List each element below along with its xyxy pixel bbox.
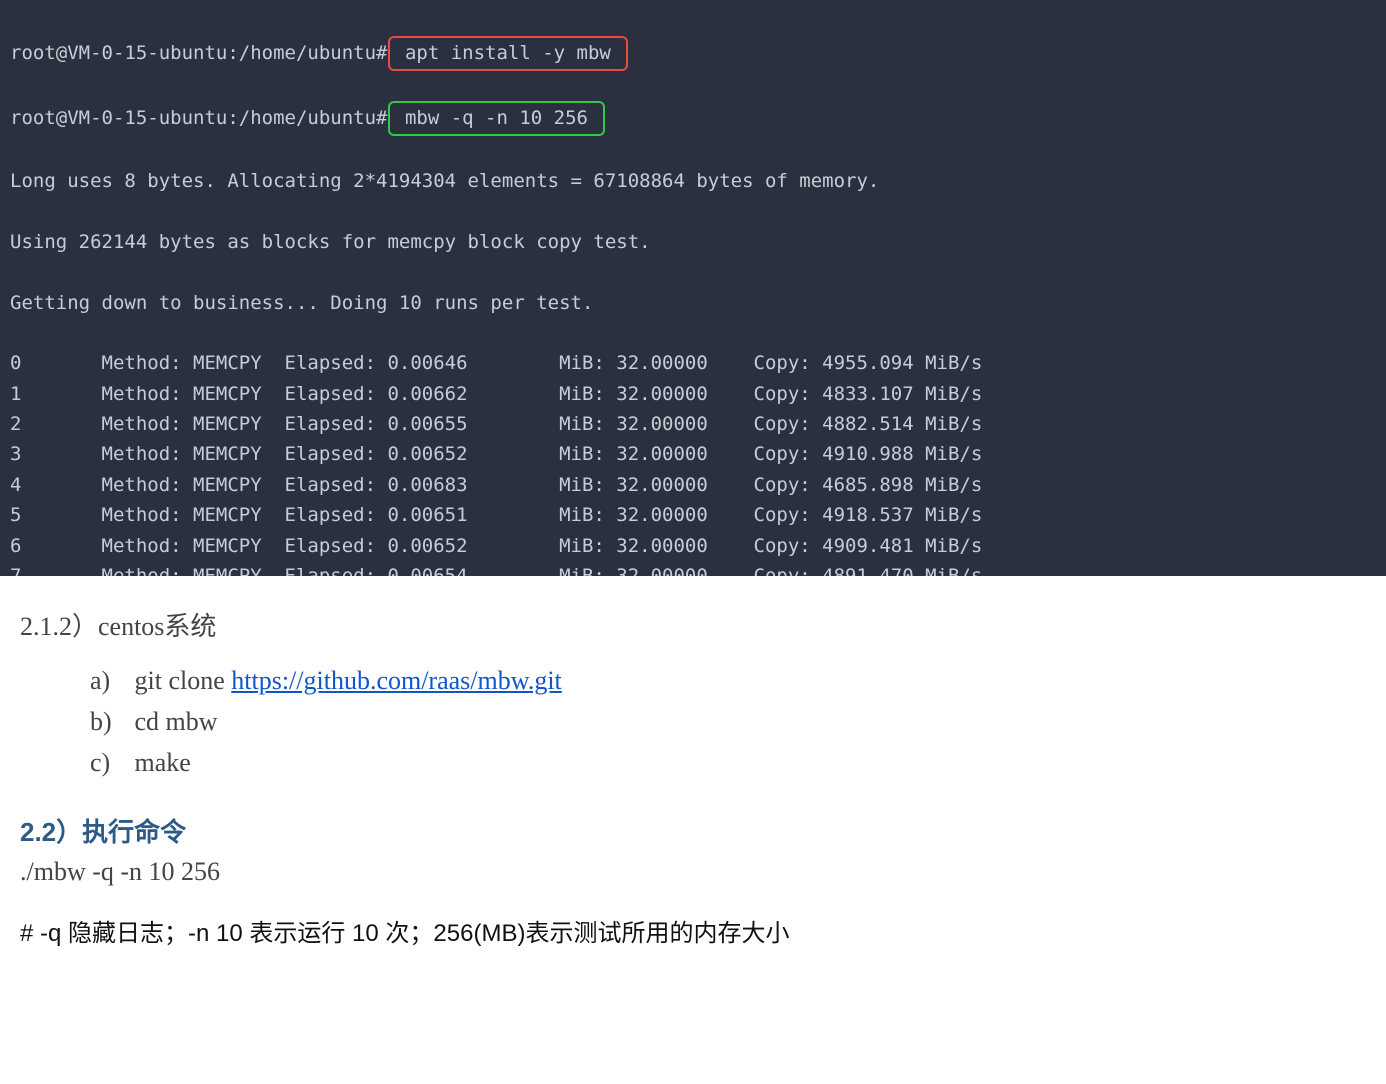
terminal-line: Using 262144 bytes as blocks for memcpy … bbox=[10, 227, 1376, 257]
command-highlight-run: mbw -q -n 10 256 bbox=[388, 101, 606, 135]
list-marker: c) bbox=[90, 743, 128, 782]
benchmark-row: 0 Method: MEMCPY Elapsed: 0.00646 MiB: 3… bbox=[10, 348, 1376, 378]
benchmark-row: 5 Method: MEMCPY Elapsed: 0.00651 MiB: 3… bbox=[10, 500, 1376, 530]
benchmark-row: 7 Method: MEMCPY Elapsed: 0.00654 MiB: 3… bbox=[10, 561, 1376, 576]
benchmark-row: 6 Method: MEMCPY Elapsed: 0.00652 MiB: 3… bbox=[10, 531, 1376, 561]
list-item: c) make bbox=[90, 743, 1366, 782]
list-text: git clone bbox=[135, 666, 232, 695]
terminal-line: Long uses 8 bytes. Allocating 2*4194304 … bbox=[10, 166, 1376, 196]
terminal-output: root@VM-0-15-ubuntu:/home/ubuntu# apt in… bbox=[0, 0, 1386, 576]
document-body: 2.1.2）centos系统 a) git clone https://gith… bbox=[0, 576, 1386, 978]
section-title-22: 2.2）执行命令 bbox=[20, 812, 1366, 849]
benchmark-row: 3 Method: MEMCPY Elapsed: 0.00652 MiB: 3… bbox=[10, 439, 1376, 469]
list-item: a) git clone https://github.com/raas/mbw… bbox=[90, 661, 1366, 700]
shell-prompt: root@VM-0-15-ubuntu:/home/ubuntu# bbox=[10, 42, 388, 64]
list-text: cd mbw bbox=[135, 707, 218, 736]
list-text: make bbox=[135, 748, 191, 777]
steps-list: a) git clone https://github.com/raas/mbw… bbox=[20, 661, 1366, 782]
github-link[interactable]: https://github.com/raas/mbw.git bbox=[231, 666, 562, 695]
list-marker: a) bbox=[90, 661, 128, 700]
terminal-line: Getting down to business... Doing 10 run… bbox=[10, 288, 1376, 318]
benchmark-row: 4 Method: MEMCPY Elapsed: 0.00683 MiB: 3… bbox=[10, 470, 1376, 500]
shell-prompt: root@VM-0-15-ubuntu:/home/ubuntu# bbox=[10, 107, 388, 129]
section-title-212: 2.1.2）centos系统 bbox=[20, 606, 1366, 643]
benchmark-row: 1 Method: MEMCPY Elapsed: 0.00662 MiB: 3… bbox=[10, 379, 1376, 409]
list-item: b) cd mbw bbox=[90, 702, 1366, 741]
benchmark-row: 2 Method: MEMCPY Elapsed: 0.00655 MiB: 3… bbox=[10, 409, 1376, 439]
list-marker: b) bbox=[90, 702, 128, 741]
command-note: # -q 隐藏日志；-n 10 表示运行 10 次；256(MB)表示测试所用的… bbox=[20, 913, 1366, 948]
command-highlight-install: apt install -y mbw bbox=[388, 36, 629, 70]
command-text: ./mbw -q -n 10 256 bbox=[20, 857, 1366, 887]
